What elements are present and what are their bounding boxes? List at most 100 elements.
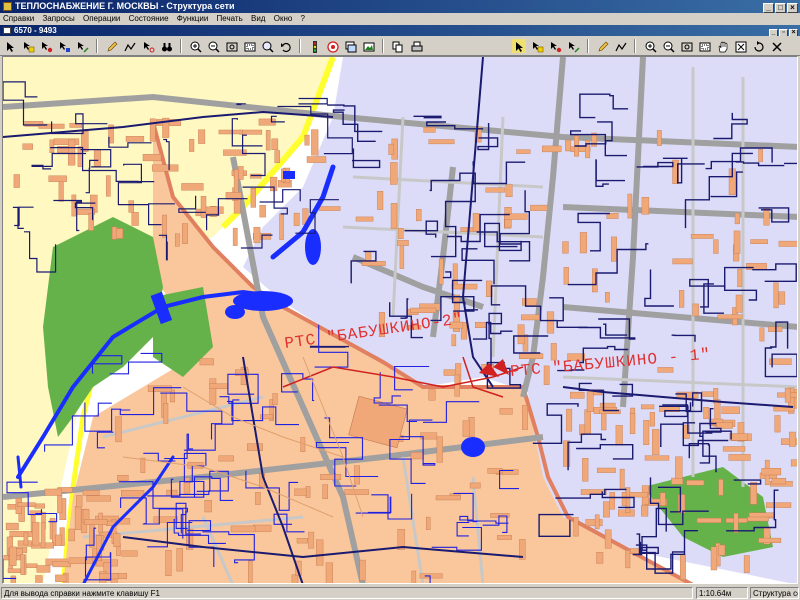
building	[82, 490, 100, 496]
menu-sostoyanie[interactable]: Состояние	[126, 13, 172, 25]
building	[125, 136, 145, 142]
building	[294, 488, 307, 496]
zoom-prev-icon[interactable]	[242, 39, 256, 53]
pond-south	[461, 437, 485, 457]
building	[718, 479, 724, 496]
undo-icon[interactable]	[278, 39, 292, 53]
maximize-button[interactable]: □	[775, 3, 786, 13]
building	[426, 516, 431, 530]
building	[678, 494, 686, 514]
zoom-full-icon[interactable]	[733, 39, 747, 53]
pan-hand-icon[interactable]	[715, 39, 729, 53]
building	[162, 214, 167, 238]
building	[696, 517, 722, 524]
menu-spravki[interactable]: Справки	[0, 13, 37, 25]
building	[250, 187, 256, 208]
pool	[283, 171, 295, 179]
building	[469, 482, 481, 489]
print-icon[interactable]	[409, 39, 423, 53]
building	[758, 149, 763, 162]
select-arrow-icon[interactable]	[512, 39, 526, 53]
building	[701, 391, 714, 397]
refresh-icon[interactable]	[751, 39, 765, 53]
minimize-button[interactable]: _	[763, 3, 774, 13]
building	[550, 343, 557, 361]
menu-pechat[interactable]: Печать	[214, 13, 246, 25]
building	[680, 554, 686, 580]
building	[750, 482, 758, 505]
target-icon[interactable]	[325, 39, 339, 53]
zoom-window-icon[interactable]	[679, 39, 693, 53]
building	[36, 565, 51, 573]
building	[204, 500, 212, 513]
menu-operatsii[interactable]: Операции	[80, 13, 123, 25]
binoculars-icon[interactable]	[159, 39, 173, 53]
select-arrow-icon[interactable]	[3, 39, 17, 53]
building	[563, 266, 569, 285]
building	[656, 130, 662, 146]
building	[601, 412, 607, 431]
building	[592, 268, 598, 293]
select-area-icon[interactable]	[21, 39, 35, 53]
building	[604, 529, 612, 549]
building	[397, 227, 404, 239]
building	[140, 457, 146, 473]
building	[399, 246, 405, 269]
building	[686, 480, 705, 486]
building	[703, 407, 710, 419]
zoom-window-icon[interactable]	[224, 39, 238, 53]
layers-icon[interactable]	[343, 39, 357, 53]
node-icon[interactable]	[39, 39, 53, 53]
building	[22, 143, 33, 150]
building	[142, 154, 162, 162]
node-icon[interactable]	[548, 39, 562, 53]
building	[23, 532, 29, 546]
building	[652, 429, 660, 455]
move-icon[interactable]	[57, 39, 71, 53]
select-area-icon[interactable]	[530, 39, 544, 53]
zoom-full-icon[interactable]	[260, 39, 274, 53]
pencil-icon[interactable]	[104, 39, 118, 53]
building	[594, 514, 600, 530]
path-icon[interactable]	[613, 39, 627, 53]
building	[428, 389, 436, 401]
menu-zaprosy[interactable]: Запросы	[39, 13, 77, 25]
network-map[interactable]: РТС "БАБУШКИНО-2" РТС "БАБУШКИНО - 1"	[2, 56, 798, 584]
building	[230, 525, 256, 533]
building	[747, 516, 769, 522]
traffic-light-icon[interactable]	[307, 39, 321, 53]
building	[546, 311, 555, 334]
building	[320, 474, 342, 481]
image-icon[interactable]	[361, 39, 375, 53]
zoom-in-icon[interactable]	[643, 39, 657, 53]
zoom-out-icon[interactable]	[206, 39, 220, 53]
building	[411, 570, 417, 583]
zoom-out-icon[interactable]	[661, 39, 675, 53]
close-button[interactable]: ×	[787, 3, 798, 13]
menu-vid[interactable]: Вид	[248, 13, 268, 25]
node-info-icon[interactable]	[141, 39, 155, 53]
building	[596, 552, 604, 564]
link-icon[interactable]	[566, 39, 580, 53]
path-icon[interactable]	[122, 39, 136, 53]
menu-funktsii[interactable]: Функции	[174, 13, 212, 25]
building	[733, 513, 739, 533]
copy-icon[interactable]	[390, 39, 404, 53]
building	[247, 443, 263, 451]
pencil-icon[interactable]	[595, 39, 609, 53]
menu-okno[interactable]: Окно	[271, 13, 296, 25]
toolbar-separator	[179, 39, 182, 53]
building	[83, 519, 108, 525]
building	[131, 212, 139, 226]
zoom-prev-icon[interactable]	[697, 39, 711, 53]
building	[308, 531, 315, 549]
menu-help[interactable]: ?	[298, 13, 308, 25]
building	[615, 425, 623, 446]
zoom-in-icon[interactable]	[188, 39, 202, 53]
link-icon[interactable]	[75, 39, 89, 53]
building	[7, 568, 21, 573]
building	[517, 324, 525, 345]
close-icon[interactable]	[769, 39, 783, 53]
building	[86, 495, 111, 502]
building	[203, 206, 224, 214]
